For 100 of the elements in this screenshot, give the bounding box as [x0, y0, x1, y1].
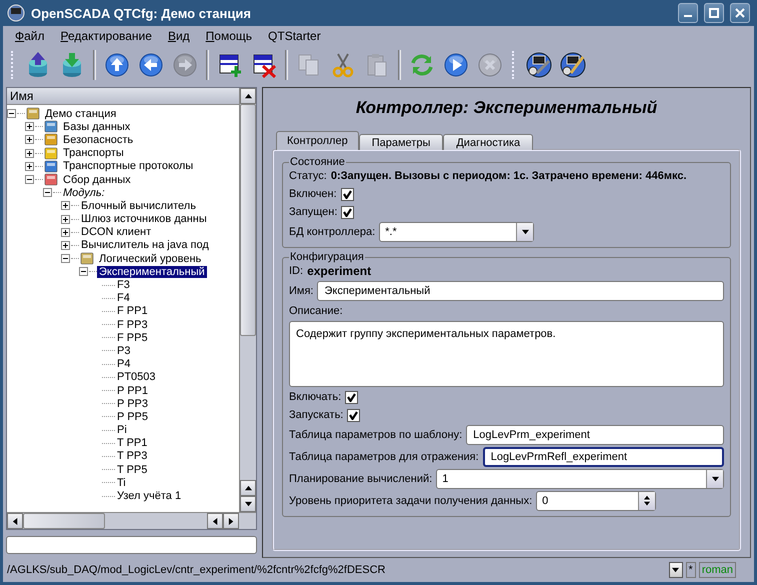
menu-item[interactable]: QTStarter [260, 29, 329, 43]
collapse-icon[interactable] [61, 254, 70, 264]
expand-icon[interactable] [61, 214, 70, 224]
tree-item[interactable]: T PP5 [115, 464, 150, 476]
tree-item[interactable]: P PP1 [115, 384, 150, 397]
page-title: Контроллер: Экспериментальный [354, 97, 658, 119]
maximize-icon [709, 8, 719, 18]
tree-item[interactable]: DCON клиент [79, 226, 154, 238]
horizontal-scrollbar[interactable] [7, 512, 256, 529]
text-field[interactable]: Экспериментальный [317, 281, 724, 301]
field-label: Описание: [289, 305, 343, 317]
tree-item[interactable]: T PP3 [115, 450, 150, 462]
tree-item[interactable]: P4 [115, 358, 132, 370]
tree-item[interactable]: P3 [115, 344, 132, 357]
triangle-down-icon [672, 566, 680, 574]
field-label: ID: [289, 265, 304, 277]
collapse-icon[interactable] [79, 267, 88, 276]
tree-item[interactable]: Узел учёта 1 [115, 490, 184, 502]
menu-item[interactable]: Редактирование [52, 29, 160, 43]
vertical-scrollbar[interactable] [239, 88, 256, 512]
minimize-button[interactable] [678, 3, 698, 23]
maximize-button[interactable] [704, 3, 724, 23]
status-text: 0:Запущен. Вызовы с периодом: 1с. Затрачено времени: 446мкс. [330, 170, 687, 182]
node-icon [79, 252, 95, 266]
expand-icon[interactable] [25, 122, 34, 132]
menu-item[interactable]: Вид [160, 29, 198, 43]
text-field[interactable]: LogLevPrmRefl_experiment [482, 447, 724, 467]
input-field[interactable] [6, 536, 257, 554]
field-label: БД контроллера: [289, 226, 376, 238]
tree-item[interactable]: Транспортные протоколы [61, 160, 196, 172]
status-path: /AGLKS/sub_DAQ/mod_LogicLev/cntr_experiment/%2fcntr%2fcfg%2fDESCR [7, 564, 386, 576]
expand-icon[interactable] [25, 162, 34, 171]
tree-item[interactable]: Сбор данных [61, 174, 133, 186]
minimize-icon [684, 15, 692, 17]
triangle-down-icon [644, 501, 650, 507]
triangle-down-icon [712, 476, 718, 482]
close-button[interactable] [730, 3, 750, 23]
tree-item[interactable]: Вычислитель на java под [79, 239, 211, 252]
text-area[interactable]: Содержит группу экспериментальных параметров. [289, 321, 724, 387]
expand-icon[interactable] [61, 228, 70, 237]
triangle-right-icon [228, 518, 234, 524]
field-label: Включать: [289, 391, 342, 403]
menu-item[interactable]: Файл [7, 29, 53, 43]
tree-item[interactable]: Базы данных [61, 120, 132, 133]
field-label: Статус: [289, 170, 327, 182]
tree-item[interactable]: F PP3 [115, 318, 150, 331]
dropdown[interactable]: 1 [436, 469, 724, 489]
tab[interactable]: Контроллер [276, 131, 359, 150]
collapse-icon[interactable] [7, 109, 16, 118]
tree-item[interactable]: F PP5 [115, 332, 150, 344]
spin-box[interactable]: 0 [536, 491, 656, 511]
tree-item[interactable]: P PP5 [115, 410, 150, 423]
checkbox[interactable] [341, 206, 354, 218]
triangle-left-icon [212, 518, 218, 524]
triangle-up-icon [244, 92, 252, 100]
node-icon [43, 160, 59, 173]
checkbox[interactable] [347, 408, 360, 422]
tree-item[interactable]: Pi [115, 424, 129, 436]
checkbox[interactable] [340, 188, 354, 200]
tree-item[interactable]: Блочный вычислитель [79, 200, 198, 212]
tree-item[interactable]: Безопасность [61, 134, 136, 146]
tree-item[interactable]: Шлюз источников данны [79, 213, 209, 226]
node-icon [43, 146, 59, 160]
tree-item[interactable]: F PP1 [115, 305, 150, 318]
group-title: Конфигурация [289, 251, 365, 263]
user-name: roman [698, 562, 736, 578]
tree-item[interactable]: F3 [115, 279, 132, 292]
tree-item[interactable]: T PP1 [115, 437, 150, 450]
dropdown-button[interactable] [668, 562, 683, 578]
collapse-icon[interactable] [25, 175, 34, 184]
expand-icon[interactable] [61, 240, 70, 250]
tree-item[interactable]: Модуль: [61, 186, 107, 199]
tree-item[interactable]: Транспорты [61, 147, 126, 160]
text-field[interactable]: LogLevPrm_experiment [466, 425, 724, 445]
tab[interactable]: Диагностика [443, 134, 534, 150]
collapse-icon[interactable] [43, 188, 52, 198]
menu-item[interactable]: Помощь [198, 29, 260, 43]
dropdown[interactable]: *.* [379, 222, 534, 242]
id-value: experiment [307, 264, 372, 278]
node-icon [25, 107, 41, 120]
app-icon [7, 4, 25, 22]
expand-icon[interactable] [25, 148, 34, 158]
tree-item[interactable]: PT0503 [115, 371, 158, 384]
tree-item[interactable]: F4 [115, 292, 132, 304]
node-icon [43, 133, 59, 146]
tree-item[interactable]: Ti [115, 476, 128, 489]
field-label: Запущен: [289, 206, 338, 218]
expand-icon[interactable] [25, 135, 34, 144]
tab[interactable]: Параметры [358, 134, 444, 150]
group-title: Состояние [289, 156, 346, 168]
tree-item[interactable]: Логический уровень [97, 252, 204, 265]
tree-item[interactable]: Демо станция [43, 108, 118, 120]
triangle-down-icon [522, 228, 529, 236]
triangle-left-icon [12, 518, 18, 524]
field-label: Запускать: [289, 409, 344, 421]
checkbox[interactable] [345, 390, 358, 404]
tree-item[interactable]: P PP3 [115, 398, 150, 410]
expand-icon[interactable] [61, 201, 70, 210]
column-header[interactable]: Имя [7, 88, 239, 105]
tree-item[interactable]: Экспериментальный [97, 266, 207, 278]
